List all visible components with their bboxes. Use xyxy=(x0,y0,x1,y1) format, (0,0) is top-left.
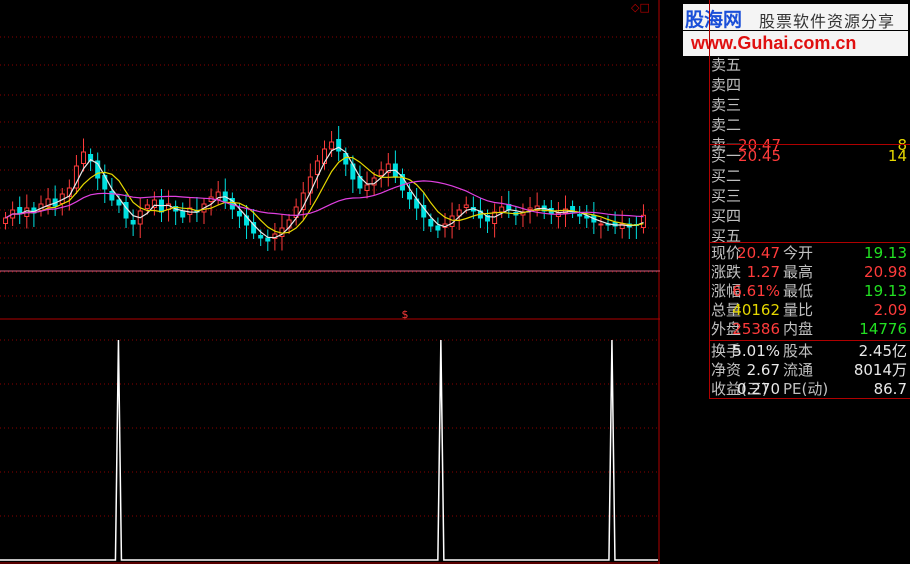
stat-label: 最高 xyxy=(783,263,814,281)
window-controls[interactable]: ◇□ xyxy=(631,1,650,14)
stat-value: 2.09 xyxy=(873,301,907,319)
stat-label: 内盘 xyxy=(783,320,814,338)
stat-value: 8014万 xyxy=(853,361,907,379)
logo-banner: 股海网 股票软件资源分享 www.Guhai.com.cn xyxy=(683,4,908,56)
order-label: 买三 xyxy=(711,187,742,205)
order-volume: 14 xyxy=(887,147,907,165)
logo-url: www.Guhai.com.cn xyxy=(683,31,908,56)
stat-row: 换手 5.01% 股本 2.45亿 xyxy=(0,341,910,361)
order-label: 买二 xyxy=(711,167,742,185)
buy-row[interactable]: 买一 20.45 14 xyxy=(0,146,910,166)
panel-divider xyxy=(709,144,910,145)
order-label: 卖五 xyxy=(711,56,742,74)
stat-label: 涨跌 xyxy=(711,263,742,281)
stat-value: 25386 xyxy=(732,320,780,338)
stat-value: 40162 xyxy=(732,301,780,319)
stat-row: 净资 2.67 流通 8014万 xyxy=(0,360,910,380)
stat-label: PE(动) xyxy=(783,380,829,398)
sell-row[interactable]: 卖四 xyxy=(0,75,910,95)
sell-row[interactable]: 卖二 xyxy=(0,115,910,135)
stat-row: 涨跌 1.27 最高 20.98 xyxy=(0,262,910,282)
stat-row: 外盘 25386 内盘 14776 xyxy=(0,319,910,339)
restore-icon[interactable]: □ xyxy=(639,1,649,14)
logo-tagline: 股票软件资源分享 xyxy=(759,12,896,31)
stat-value: 14776 xyxy=(859,320,907,338)
stat-value: 19.13 xyxy=(864,244,907,262)
stat-row: 涨幅 6.61% 最低 19.13 xyxy=(0,281,910,301)
stat-value: 6.61% xyxy=(732,282,780,300)
buy-row[interactable]: 买四 xyxy=(0,206,910,226)
stat-label: 流通 xyxy=(783,361,814,379)
stat-value: 20.47 xyxy=(737,244,780,262)
buy-row[interactable]: 买三 xyxy=(0,186,910,206)
order-price: 20.45 xyxy=(738,147,781,165)
stat-label: 量比 xyxy=(783,301,814,319)
stat-value: 2.45亿 xyxy=(858,342,907,360)
stat-value: 19.13 xyxy=(864,282,907,300)
stat-value: 1.27 xyxy=(746,263,780,281)
buy-row[interactable]: 买二 xyxy=(0,166,910,186)
stat-label: 净资 xyxy=(711,361,742,379)
stat-row: 总量 40162 量比 2.09 xyxy=(0,300,910,320)
stat-value: 5.01% xyxy=(732,342,780,360)
panel-divider xyxy=(709,242,910,243)
stat-label: 今开 xyxy=(783,244,814,262)
stat-row: 现价 20.47 今开 19.13 xyxy=(0,243,910,263)
order-label: 买四 xyxy=(711,207,742,225)
panel-divider xyxy=(709,0,710,398)
stat-value: 20.98 xyxy=(864,263,907,281)
stat-value: 0.270 xyxy=(737,380,780,398)
panel-divider xyxy=(709,398,910,399)
stat-label: 最低 xyxy=(783,282,814,300)
sell-row[interactable]: 卖三 xyxy=(0,95,910,115)
stat-row: 收益(三) 0.270 PE(动) 86.7 xyxy=(0,379,910,399)
order-label: 卖四 xyxy=(711,76,742,94)
sell-row[interactable]: 卖五 xyxy=(0,55,910,75)
logo-brand: 股海网 xyxy=(685,9,743,31)
stat-label: 股本 xyxy=(783,342,814,360)
order-label: 卖三 xyxy=(711,96,742,114)
order-label: 买一 xyxy=(711,147,742,165)
order-label: 卖二 xyxy=(711,116,742,134)
stat-value: 2.67 xyxy=(746,361,780,379)
stat-value: 86.7 xyxy=(873,380,907,398)
panel-divider xyxy=(709,340,910,341)
